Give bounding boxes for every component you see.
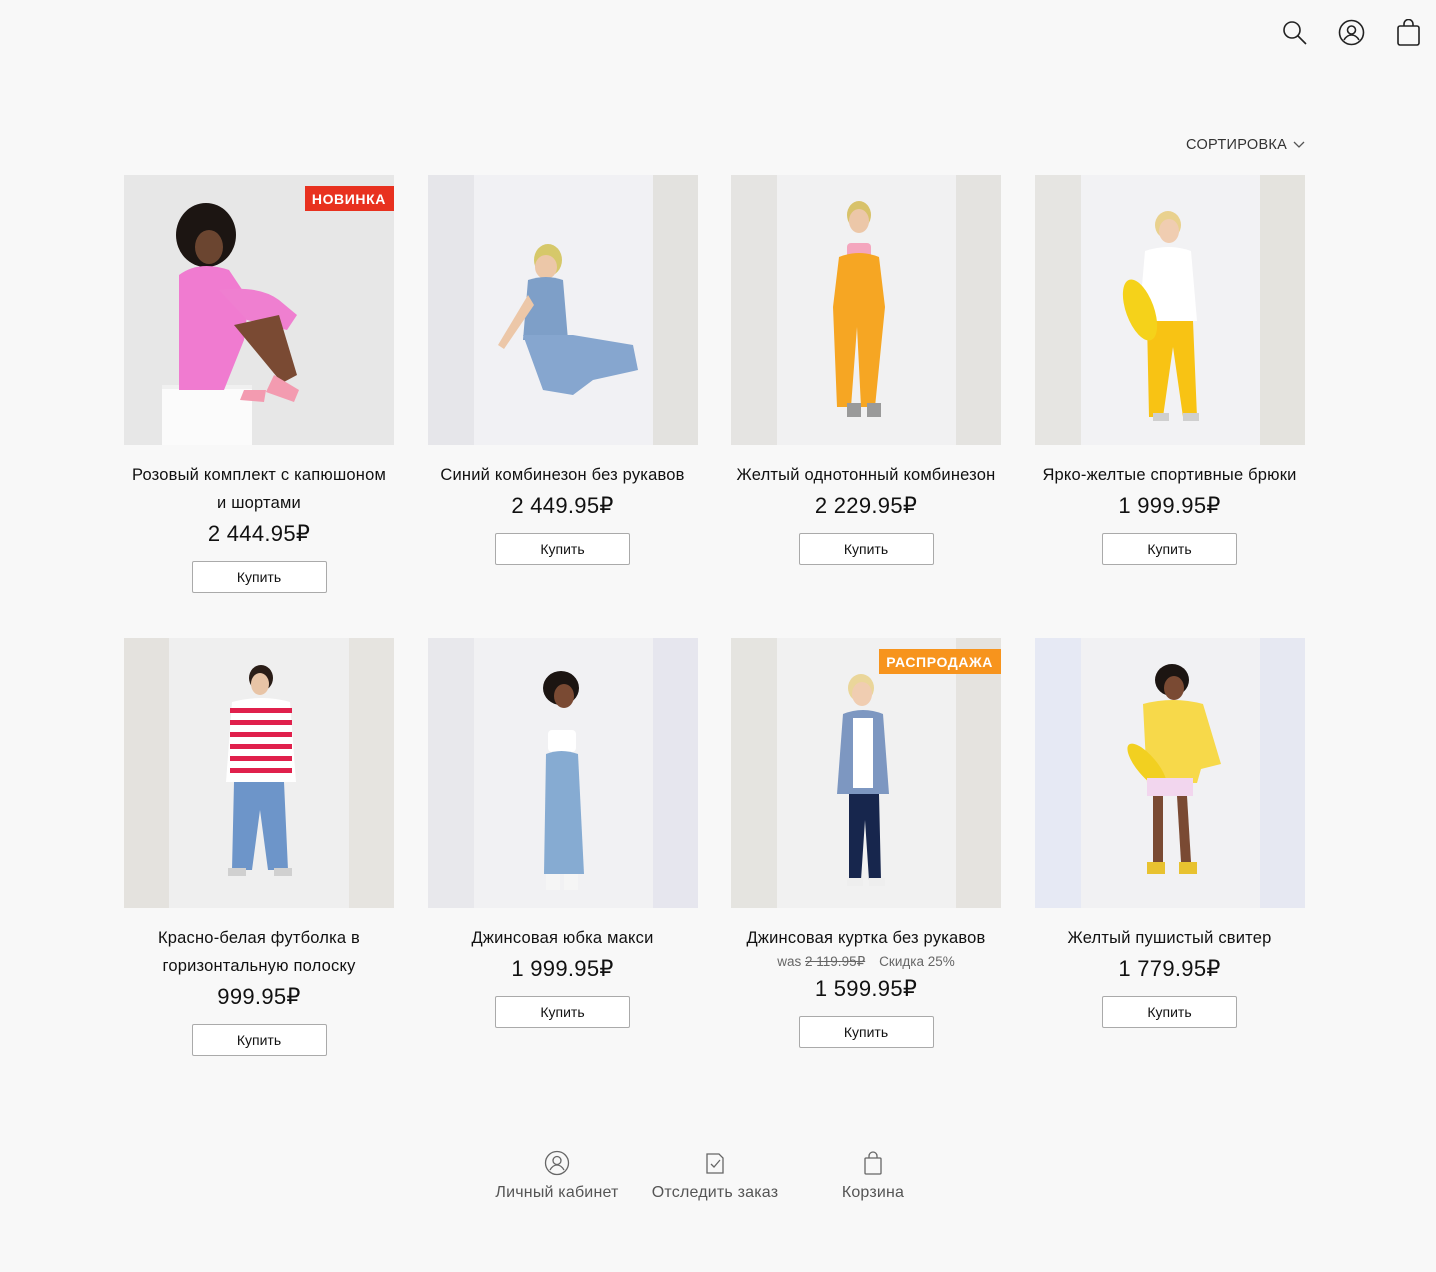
product-card: Синий комбинезон без рукавов 2 449.95₽ К… [427, 175, 698, 638]
product-image[interactable] [427, 175, 698, 445]
product-image[interactable] [731, 175, 1001, 445]
search-icon[interactable] [1281, 18, 1308, 46]
footer-track-order-link[interactable]: Отследить заказ [636, 1150, 794, 1202]
footer-cart-label: Корзина [841, 1184, 905, 1201]
chevron-down-icon [1293, 141, 1305, 148]
track-order-icon [706, 1153, 724, 1174]
account-icon [544, 1150, 570, 1176]
discount-label: Скидка 25% [879, 954, 955, 969]
product-price: 1 599.95₽ [814, 976, 918, 1001]
product-title[interactable]: Желтый пушистый свитер [1066, 924, 1274, 952]
sale-badge: РАСПРОДАЖА [879, 649, 1001, 674]
buy-button[interactable]: Купить [1102, 996, 1237, 1028]
product-image[interactable] [124, 638, 394, 908]
product-card: Желтый однотонный комбинезон 2 229.95₽ К… [731, 175, 1001, 638]
buy-button[interactable]: Купить [798, 533, 934, 565]
product-title[interactable]: Красно-белая футболка в горизонтальную п… [124, 924, 394, 980]
product-title[interactable]: Розовый комплект с капюшоном и шортами [124, 461, 394, 517]
product-price: 1 999.95₽ [511, 956, 614, 981]
header-icons [1281, 18, 1422, 46]
product-title[interactable]: Синий комбинезон без рукавов [438, 461, 686, 489]
buy-button[interactable]: Купить [191, 561, 327, 593]
product-image[interactable] [1034, 638, 1305, 908]
product-image[interactable] [1034, 175, 1305, 445]
product-card: Желтый пушистый свитер 1 779.95₽ Купить [1034, 638, 1305, 1101]
old-price: 2 119.95₽ [805, 954, 866, 969]
product-image[interactable] [427, 638, 698, 908]
bag-icon[interactable] [1395, 18, 1422, 46]
old-price-row: was 2 119.95₽ Скидка 25% [777, 952, 954, 972]
buy-button[interactable]: Купить [495, 533, 630, 565]
new-badge: НОВИНКА [304, 186, 394, 211]
product-card: Джинсовая юбка макси 1 999.95₽ Купить [427, 638, 698, 1101]
product-price: 2 229.95₽ [814, 493, 918, 518]
footer-cart-link[interactable]: Корзина [794, 1150, 952, 1202]
product-price: 1 999.95₽ [1118, 493, 1221, 518]
product-grid: НОВИНКА Розовый комплект с капюшоном и ш… [124, 175, 1305, 1101]
product-price: 2 449.95₽ [511, 493, 614, 518]
product-price: 1 779.95₽ [1118, 956, 1221, 981]
footer-account-label: Личный кабинет [495, 1184, 619, 1201]
footer-track-order-label: Отследить заказ [651, 1184, 779, 1201]
product-title[interactable]: Желтый однотонный комбинезон [735, 461, 998, 489]
buy-button[interactable]: Купить [1102, 533, 1237, 565]
product-card: НОВИНКА Розовый комплект с капюшоном и ш… [124, 175, 394, 638]
product-title[interactable]: Джинсовая юбка макси [470, 924, 656, 952]
buy-button[interactable]: Купить [495, 996, 630, 1028]
footer-nav: Личный кабинет Отследить заказ Корзина [478, 1150, 952, 1202]
bag-icon [864, 1151, 882, 1175]
product-card: Ярко-желтые спортивные брюки 1 999.95₽ К… [1034, 175, 1305, 638]
was-prefix: was [777, 954, 802, 969]
product-price: 2 444.95₽ [207, 521, 311, 546]
sort-dropdown[interactable]: СОРТИРОВКА [1186, 137, 1305, 153]
account-icon[interactable] [1338, 18, 1365, 46]
product-card: РАСПРОДАЖА Джинсовая куртка без рукавов … [731, 638, 1001, 1101]
buy-button[interactable]: Купить [191, 1024, 327, 1056]
product-image[interactable]: РАСПРОДАЖА [731, 638, 1001, 908]
product-title[interactable]: Ярко-желтые спортивные брюки [1040, 461, 1298, 489]
footer-account-link[interactable]: Личный кабинет [478, 1150, 636, 1202]
product-image[interactable]: НОВИНКА [124, 175, 394, 445]
product-title[interactable]: Джинсовая куртка без рукавов [745, 924, 988, 952]
sort-label: СОРТИРОВКА [1186, 137, 1288, 153]
product-card: Красно-белая футболка в горизонтальную п… [124, 638, 394, 1101]
product-price: 999.95₽ [217, 984, 301, 1009]
buy-button[interactable]: Купить [798, 1016, 934, 1048]
